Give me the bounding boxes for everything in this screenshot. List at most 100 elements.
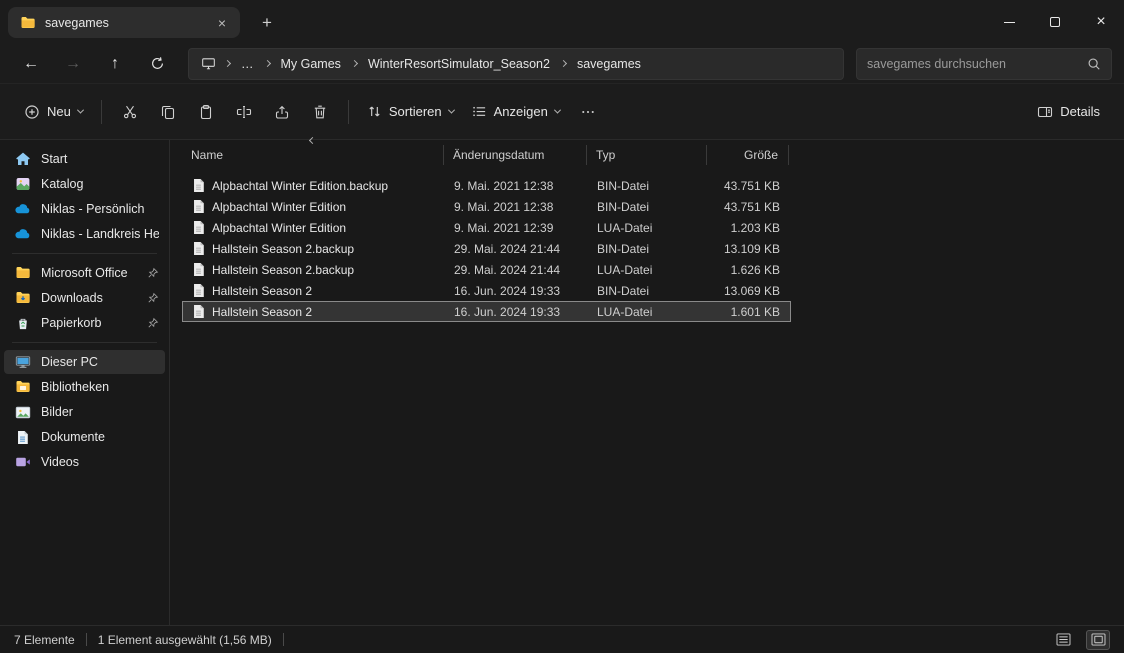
file-name: Alpbachtal Winter Edition (212, 199, 347, 214)
sidebar-item-videos[interactable]: Videos (4, 450, 165, 474)
this-pc-crumb-icon[interactable] (201, 56, 216, 71)
file-row[interactable]: Hallstein Season 2.backup 29. Mai. 2024 … (182, 238, 791, 259)
column-header-size[interactable]: Größe (707, 145, 789, 165)
sidebar-item-dokumente[interactable]: Dokumente (4, 425, 165, 449)
sidebar-item-label: Bibliotheken (41, 380, 110, 394)
paste-icon (200, 104, 211, 119)
large-thumbnail-view-toggle[interactable] (1086, 629, 1110, 650)
chevron-down-icon (553, 106, 561, 114)
sidebar-item-onedrive-personal[interactable]: Niklas - Persönlich (4, 197, 165, 221)
file-row-selected[interactable]: Hallstein Season 2 16. Jun. 2024 19:33 L… (182, 301, 791, 322)
search-input[interactable] (867, 56, 1081, 71)
up-button[interactable]: ↑ (96, 48, 134, 80)
sidebar-item-microsoft-office[interactable]: Microsoft Office (4, 261, 165, 285)
file-rows: Alpbachtal Winter Edition.backup 9. Mai.… (182, 175, 1124, 322)
onedrive-icon (14, 202, 31, 217)
file-date: 9. Mai. 2021 12:39 (454, 220, 554, 235)
breadcrumb-item-my-games[interactable]: My Games (279, 55, 343, 73)
file-row[interactable]: Alpbachtal Winter Edition 9. Mai. 2021 1… (182, 217, 791, 238)
chevron-right-icon[interactable] (559, 59, 568, 68)
navigation-bar: ← → ↑ … My Games WinterResortSimulator_S… (0, 44, 1124, 84)
command-bar: Neu Sortieren Anzeigen Details (0, 84, 1124, 140)
new-button[interactable]: Neu (16, 94, 91, 130)
breadcrumb-item-savegames[interactable]: savegames (575, 55, 643, 73)
breadcrumb-ellipsis[interactable]: … (239, 55, 256, 73)
sidebar-item-bilder[interactable]: Bilder (4, 400, 165, 424)
breadcrumb-item-winterresort[interactable]: WinterResortSimulator_Season2 (366, 55, 552, 73)
sidebar-item-papierkorb[interactable]: Papierkorb (4, 311, 165, 335)
sidebar-item-label: Papierkorb (41, 316, 102, 330)
file-name: Hallstein Season 2 (212, 304, 313, 319)
folder-icon (20, 15, 36, 31)
selection-info: 1 Element ausgewählt (1,56 MB) (97, 632, 272, 647)
sort-button[interactable]: Sortieren (359, 94, 462, 130)
forward-button[interactable]: → (54, 48, 92, 80)
file-name: Hallstein Season 2 (212, 283, 313, 298)
maximize-icon (1050, 17, 1060, 27)
rename-button[interactable] (226, 94, 262, 130)
column-header-type[interactable]: Typ (587, 145, 707, 165)
sidebar-divider (12, 253, 157, 254)
explorer-tab[interactable]: savegames × (8, 7, 240, 38)
file-icon (192, 199, 205, 214)
file-name: Alpbachtal Winter Edition.backup (212, 178, 389, 193)
file-explorer-window: savegames × + × ← → ↑ … My Games WinterR… (0, 0, 1124, 653)
sidebar-item-label: Start (41, 152, 68, 166)
sidebar-item-katalog[interactable]: Katalog (4, 172, 165, 196)
toolbar-divider (100, 99, 102, 124)
column-header-date[interactable]: Änderungsdatum (444, 145, 587, 165)
breadcrumb: … My Games WinterResortSimulator_Season2… (188, 47, 844, 80)
file-icon (192, 304, 205, 319)
recycle-bin-icon (14, 316, 31, 331)
titlebar-drag-area[interactable] (280, 0, 986, 44)
maximize-button[interactable] (1032, 0, 1078, 44)
back-button[interactable]: ← (12, 48, 50, 80)
view-button[interactable]: Anzeigen (464, 94, 568, 130)
tab-close-icon[interactable]: × (212, 13, 232, 33)
refresh-button[interactable] (138, 48, 176, 80)
column-header-name[interactable]: Name (182, 136, 444, 165)
sidebar-item-bibliotheken[interactable]: Bibliotheken (4, 375, 165, 399)
sort-icon (367, 104, 382, 119)
file-size: 1.601 KB (730, 304, 780, 319)
paste-button[interactable] (188, 94, 224, 130)
file-row[interactable]: Hallstein Season 2.backup 29. Mai. 2024 … (182, 259, 791, 280)
sidebar-item-label: Dokumente (41, 430, 105, 444)
close-icon: × (1096, 13, 1106, 30)
details-view-icon (1056, 633, 1070, 646)
more-button[interactable] (570, 94, 606, 130)
new-label: Neu (47, 104, 71, 119)
sidebar-item-downloads[interactable]: Downloads (4, 286, 165, 310)
file-row[interactable]: Hallstein Season 2 16. Jun. 2024 19:33 B… (182, 280, 791, 301)
sidebar-item-label: Bilder (41, 405, 73, 419)
file-row[interactable]: Alpbachtal Winter Edition.backup 9. Mai.… (182, 175, 791, 196)
file-row[interactable]: Alpbachtal Winter Edition 9. Mai. 2021 1… (182, 196, 791, 217)
details-pane-button[interactable]: Details (1029, 94, 1108, 130)
chevron-right-icon[interactable] (223, 59, 232, 68)
sidebar-item-label: Niklas - Persönlich (41, 202, 145, 216)
documents-icon (14, 430, 31, 445)
sidebar-item-dieser-pc[interactable]: Dieser PC (4, 350, 165, 374)
file-date: 29. Mai. 2024 21:44 (454, 262, 561, 277)
chevron-right-icon[interactable] (263, 59, 271, 68)
sidebar-item-start[interactable]: Start (4, 147, 165, 171)
chevron-right-icon[interactable] (350, 59, 358, 68)
cut-icon (123, 105, 136, 118)
copy-button[interactable] (150, 94, 186, 130)
close-button[interactable]: × (1078, 0, 1124, 44)
minimize-button[interactable] (986, 0, 1032, 44)
details-view-toggle[interactable] (1051, 630, 1075, 650)
sidebar-item-onedrive-landkreis[interactable]: Niklas - Landkreis Heid (4, 222, 165, 246)
file-type: BIN-Datei (597, 178, 650, 193)
share-button[interactable] (264, 94, 300, 130)
view-label: Anzeigen (493, 104, 548, 119)
sidebar-item-label: Videos (41, 455, 79, 469)
search-icon[interactable] (1087, 57, 1101, 71)
new-tab-button[interactable]: + (254, 11, 280, 35)
delete-button[interactable] (302, 94, 338, 130)
rename-icon (236, 105, 251, 118)
refresh-icon (151, 57, 163, 69)
file-type: LUA-Datei (597, 262, 653, 277)
cut-button[interactable] (112, 94, 148, 130)
file-icon (192, 262, 205, 277)
